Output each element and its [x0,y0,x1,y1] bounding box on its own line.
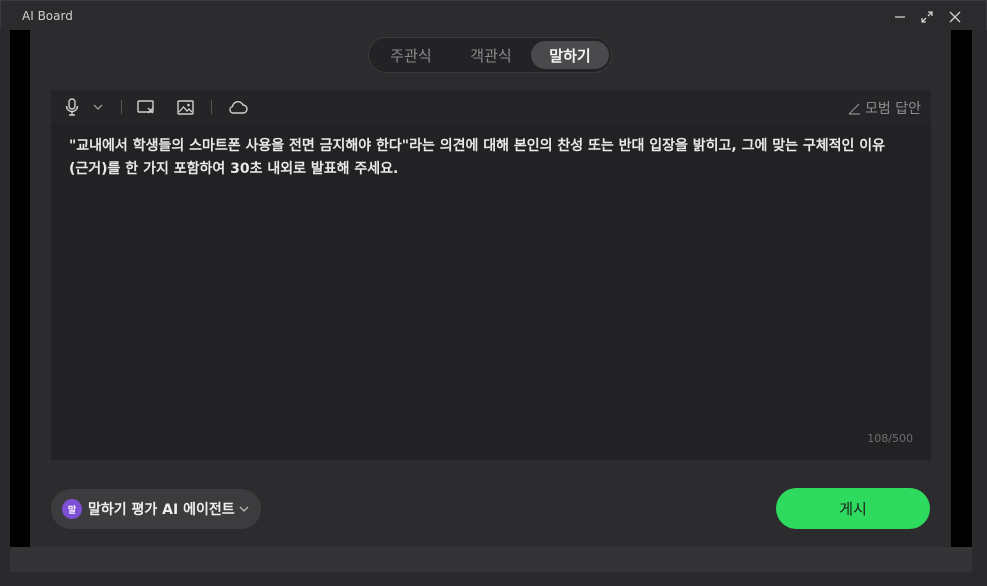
cloud-button[interactable] [228,98,248,116]
close-button[interactable] [944,6,966,28]
chevron-down-icon [239,505,249,513]
agent-selector[interactable]: 말 말하기 평가 AI 에이전트 [51,489,261,529]
agent-avatar: 말 [62,499,82,519]
screen-capture-icon [137,100,154,114]
post-button[interactable]: 게시 [776,488,930,529]
expand-icon [921,11,933,23]
editor-toolbar: 모범 답안 [51,90,931,124]
model-answer-button[interactable]: 모범 답안 [848,98,921,118]
insert-image-button[interactable] [177,98,194,116]
image-icon [177,99,194,115]
screen-capture-button[interactable] [137,98,155,116]
microphone-button[interactable] [65,98,79,116]
maximize-button[interactable] [916,6,938,28]
pencil-icon [848,103,861,115]
agent-label: 말하기 평가 AI 에이전트 [88,502,235,518]
question-type-tabs: 주관식 객관식 말하기 [368,37,612,73]
minimize-icon [895,16,905,18]
question-line: (근거)를 한 가지 포함하여 30초 내외로 발표해 주세요. [69,161,399,177]
microphone-options-dropdown[interactable] [93,98,103,116]
question-line: "교내에서 학생들의 스마트폰 사용을 전면 금지해야 한다"라는 의견에 대해… [69,138,886,154]
character-counter: 108/500 [867,432,913,445]
question-editor: 모범 답안 "교내에서 학생들의 스마트폰 사용을 전면 금지해야 한다"라는 … [51,90,931,460]
toolbar-divider [211,100,212,114]
chevron-down-icon [93,104,103,110]
title-bar: AI Board [0,0,987,30]
question-text[interactable]: "교내에서 학생들의 스마트폰 사용을 전면 금지해야 한다"라는 의견에 대해… [69,135,919,181]
right-frame [951,30,972,547]
toolbar-divider [121,100,122,114]
tab-subjective[interactable]: 주관식 [375,41,447,69]
window-title: AI Board [22,9,73,23]
left-frame [10,30,30,547]
cloud-icon [229,101,248,114]
minimize-button[interactable] [889,6,911,28]
microphone-icon [65,98,79,116]
tab-multiple-choice[interactable]: 객관식 [455,41,527,69]
tab-speaking[interactable]: 말하기 [531,41,609,69]
close-icon [949,11,961,23]
bottom-bar [10,547,972,572]
model-answer-label: 모범 답안 [865,101,921,117]
